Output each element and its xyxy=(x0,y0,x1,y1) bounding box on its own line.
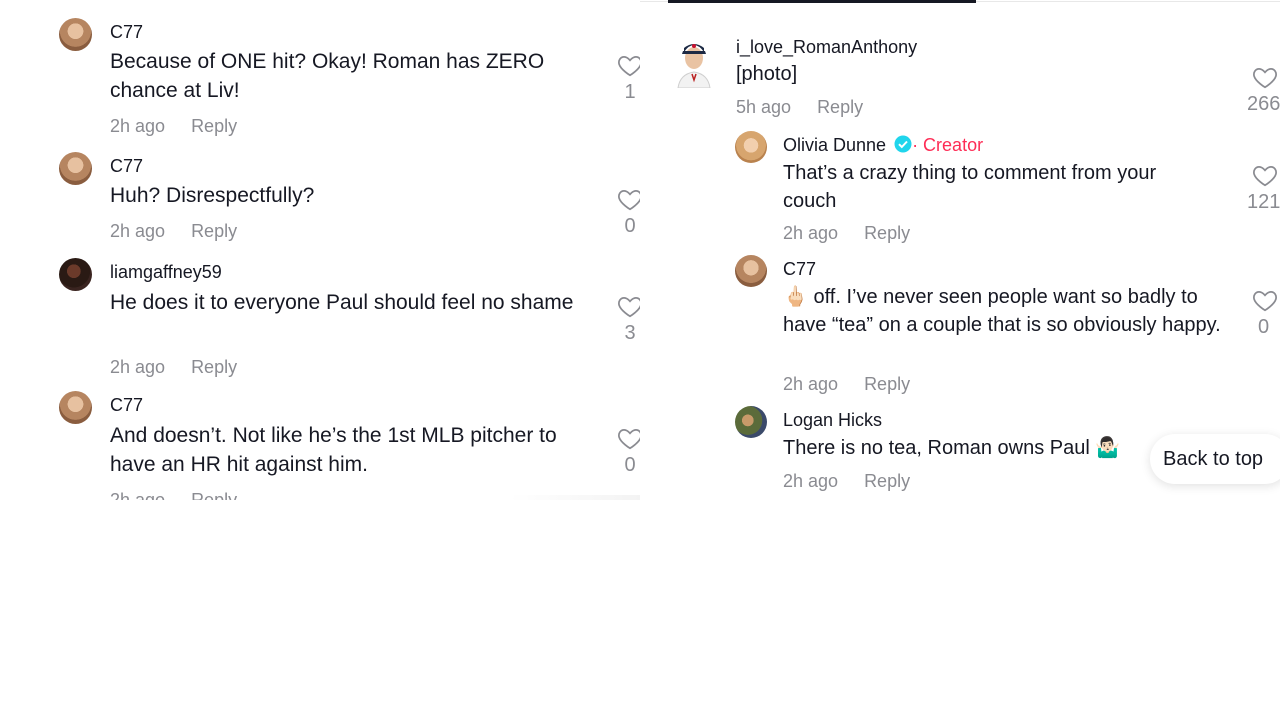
avatar[interactable] xyxy=(59,152,92,185)
reply-button[interactable]: Reply xyxy=(191,116,237,136)
comment-time: 2h ago xyxy=(110,490,166,500)
avatar[interactable] xyxy=(59,258,92,291)
avatar[interactable] xyxy=(735,255,767,287)
comment-meta: 2h ago Reply xyxy=(783,223,910,244)
creator-badge: · Creator xyxy=(912,135,984,155)
like-count: 1 xyxy=(624,81,636,103)
reply-button[interactable]: Reply xyxy=(191,221,237,241)
comment-time: 2h ago xyxy=(110,221,166,241)
reply-button[interactable]: Reply xyxy=(817,97,863,117)
avatar[interactable] xyxy=(59,391,92,424)
comment-text: [photo] xyxy=(736,63,798,85)
avatar[interactable] xyxy=(735,406,767,438)
heart-outline-icon xyxy=(1253,291,1277,312)
like-count: 121 xyxy=(1247,191,1280,213)
right-comment-panel: i_love_RomanAnthony [photo] 5h ago Reply … xyxy=(640,0,1280,500)
comment-time: 2h ago xyxy=(783,374,839,394)
verified-check-icon xyxy=(894,135,912,153)
comment-meta: 5h ago Reply xyxy=(736,97,863,118)
comment-text: Huh? Disrespectfully? xyxy=(110,184,315,207)
comment-text: He does it to everyone Paul should feel … xyxy=(110,291,574,314)
comment-username[interactable]: C77 xyxy=(783,259,816,280)
heart-outline-icon xyxy=(1253,166,1277,187)
reply-button[interactable]: Reply xyxy=(864,223,910,243)
comment-meta: 2h ago Reply xyxy=(110,490,237,500)
avatar[interactable] xyxy=(674,36,714,88)
like-button[interactable]: 121 xyxy=(1247,163,1280,214)
heart-outline-icon xyxy=(618,190,640,211)
comment-username[interactable]: C77 xyxy=(110,395,143,416)
comment-username[interactable]: C77 xyxy=(110,156,143,177)
comment-username[interactable]: liamgaffney59 xyxy=(110,262,222,283)
heart-outline-icon xyxy=(618,56,640,77)
comment-text: There is no tea, Roman owns Paul 🤷🏻‍♂️ xyxy=(783,437,1121,459)
reply-button[interactable]: Reply xyxy=(864,374,910,394)
comment-time: 2h ago xyxy=(783,223,839,243)
like-button[interactable]: 3 xyxy=(615,294,640,345)
comment-text: Because of ONE hit? Okay! Roman has ZERO… xyxy=(110,50,545,102)
comment-meta: 2h ago Reply xyxy=(110,221,237,242)
like-count: 3 xyxy=(624,322,636,344)
comment-text: And doesn’t. Not like he’s the 1st MLB p… xyxy=(110,424,557,476)
comment-text-body: off. I’ve never seen people want so badl… xyxy=(783,286,1221,336)
left-comment-panel: C77 Because of ONE hit? Okay! Roman has … xyxy=(0,0,640,500)
reply-button[interactable]: Reply xyxy=(191,357,237,377)
comment-text: That’s a crazy thing to comment from you… xyxy=(783,162,1157,212)
comment-text: 🖕🏻 off. I’ve never seen people want so b… xyxy=(783,283,1223,339)
scroll-fade xyxy=(510,495,640,500)
like-button[interactable]: 0 xyxy=(1250,288,1280,339)
active-tab-indicator xyxy=(668,0,976,3)
reply-button[interactable]: Reply xyxy=(191,490,237,500)
like-button[interactable]: 1 xyxy=(615,53,640,104)
reply-button[interactable]: Reply xyxy=(864,471,910,491)
comment-username[interactable]: Logan Hicks xyxy=(783,410,882,431)
comment-username[interactable]: i_love_RomanAnthony xyxy=(736,37,917,58)
like-count: 266 xyxy=(1247,93,1280,115)
comment-meta: 2h ago Reply xyxy=(783,374,910,395)
comment-username[interactable]: C77 xyxy=(110,22,143,43)
comment-time: 2h ago xyxy=(110,116,166,136)
comment-meta: 2h ago Reply xyxy=(110,357,237,378)
like-count: 0 xyxy=(624,215,636,237)
comment-username: Olivia Dunne · Creator xyxy=(783,135,983,156)
heart-outline-icon xyxy=(618,297,640,318)
comment-meta: 2h ago Reply xyxy=(110,116,237,137)
back-to-top-button[interactable]: Back to top xyxy=(1150,434,1280,484)
like-count: 0 xyxy=(624,454,636,476)
like-count: 0 xyxy=(1258,316,1270,338)
comment-time: 2h ago xyxy=(110,357,166,377)
middle-finger-emoji: 🖕🏻 xyxy=(783,286,808,308)
heart-outline-icon xyxy=(1253,68,1277,89)
creator-name[interactable]: Olivia Dunne xyxy=(783,135,886,155)
like-button[interactable]: 0 xyxy=(615,426,640,477)
like-button[interactable]: 0 xyxy=(615,187,640,238)
comment-time: 5h ago xyxy=(736,97,792,117)
comment-time: 2h ago xyxy=(783,471,839,491)
heart-outline-icon xyxy=(618,429,640,450)
comment-meta: 2h ago Reply xyxy=(783,471,910,492)
like-button[interactable]: 266 xyxy=(1247,65,1280,116)
avatar[interactable] xyxy=(735,131,767,163)
avatar[interactable] xyxy=(59,18,92,51)
